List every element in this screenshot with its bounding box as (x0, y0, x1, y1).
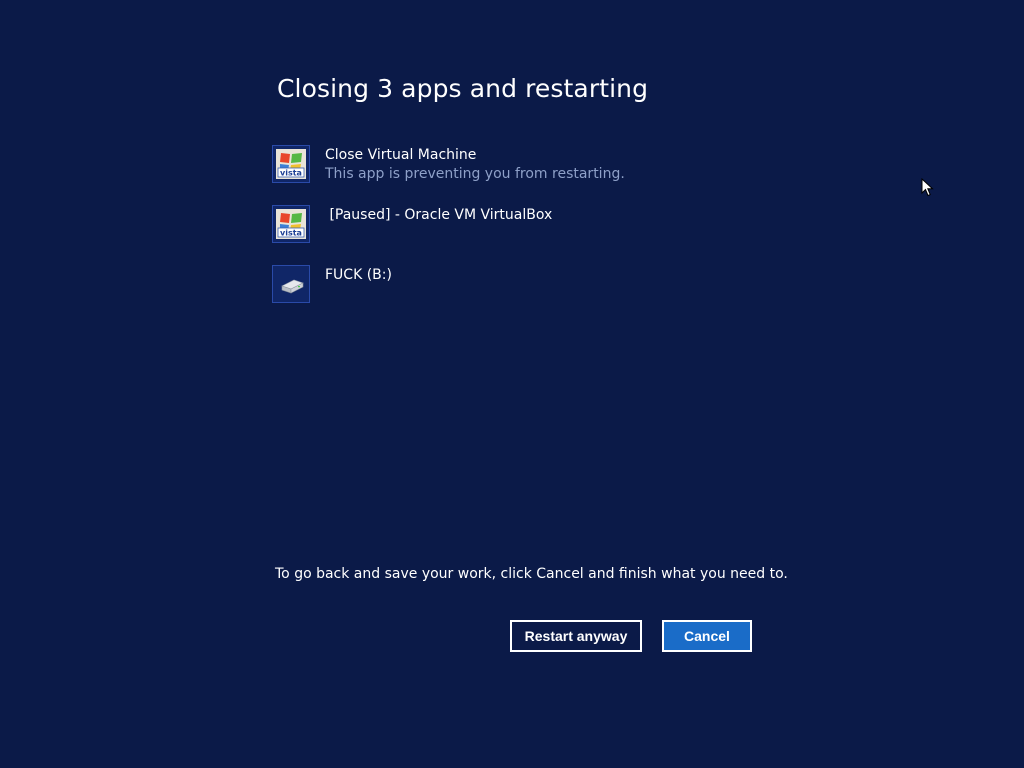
list-item: FUCK (B:) (272, 265, 832, 325)
app-list: vista Close Virtual Machine This app is … (272, 145, 832, 325)
svg-text:vista: vista (280, 169, 302, 178)
instruction-text: To go back and save your work, click Can… (275, 566, 788, 582)
page-title: Closing 3 apps and restarting (277, 74, 649, 103)
vista-logo-icon: vista (272, 205, 310, 243)
restart-screen: Closing 3 apps and restarting vista Clos… (0, 0, 1024, 768)
cancel-button[interactable]: Cancel (662, 620, 752, 652)
list-item: vista Close Virtual Machine This app is … (272, 145, 832, 205)
app-text: Close Virtual Machine This app is preven… (325, 146, 625, 184)
svg-text:vista: vista (280, 229, 302, 238)
app-status: This app is preventing you from restarti… (325, 166, 625, 182)
app-name: Close Virtual Machine (325, 147, 477, 163)
app-text: [Paused] - Oracle VM VirtualBox (325, 206, 552, 224)
vista-logo-icon: vista (272, 145, 310, 183)
app-name: [Paused] - Oracle VM VirtualBox (325, 207, 553, 223)
list-item: vista [Paused] - Oracle VM VirtualBox (272, 205, 832, 265)
restart-anyway-button[interactable]: Restart anyway (510, 620, 642, 652)
mouse-pointer-icon (921, 178, 934, 197)
app-name: FUCK (B:) (325, 267, 392, 283)
drive-icon (272, 265, 310, 303)
app-text: FUCK (B:) (325, 266, 392, 284)
